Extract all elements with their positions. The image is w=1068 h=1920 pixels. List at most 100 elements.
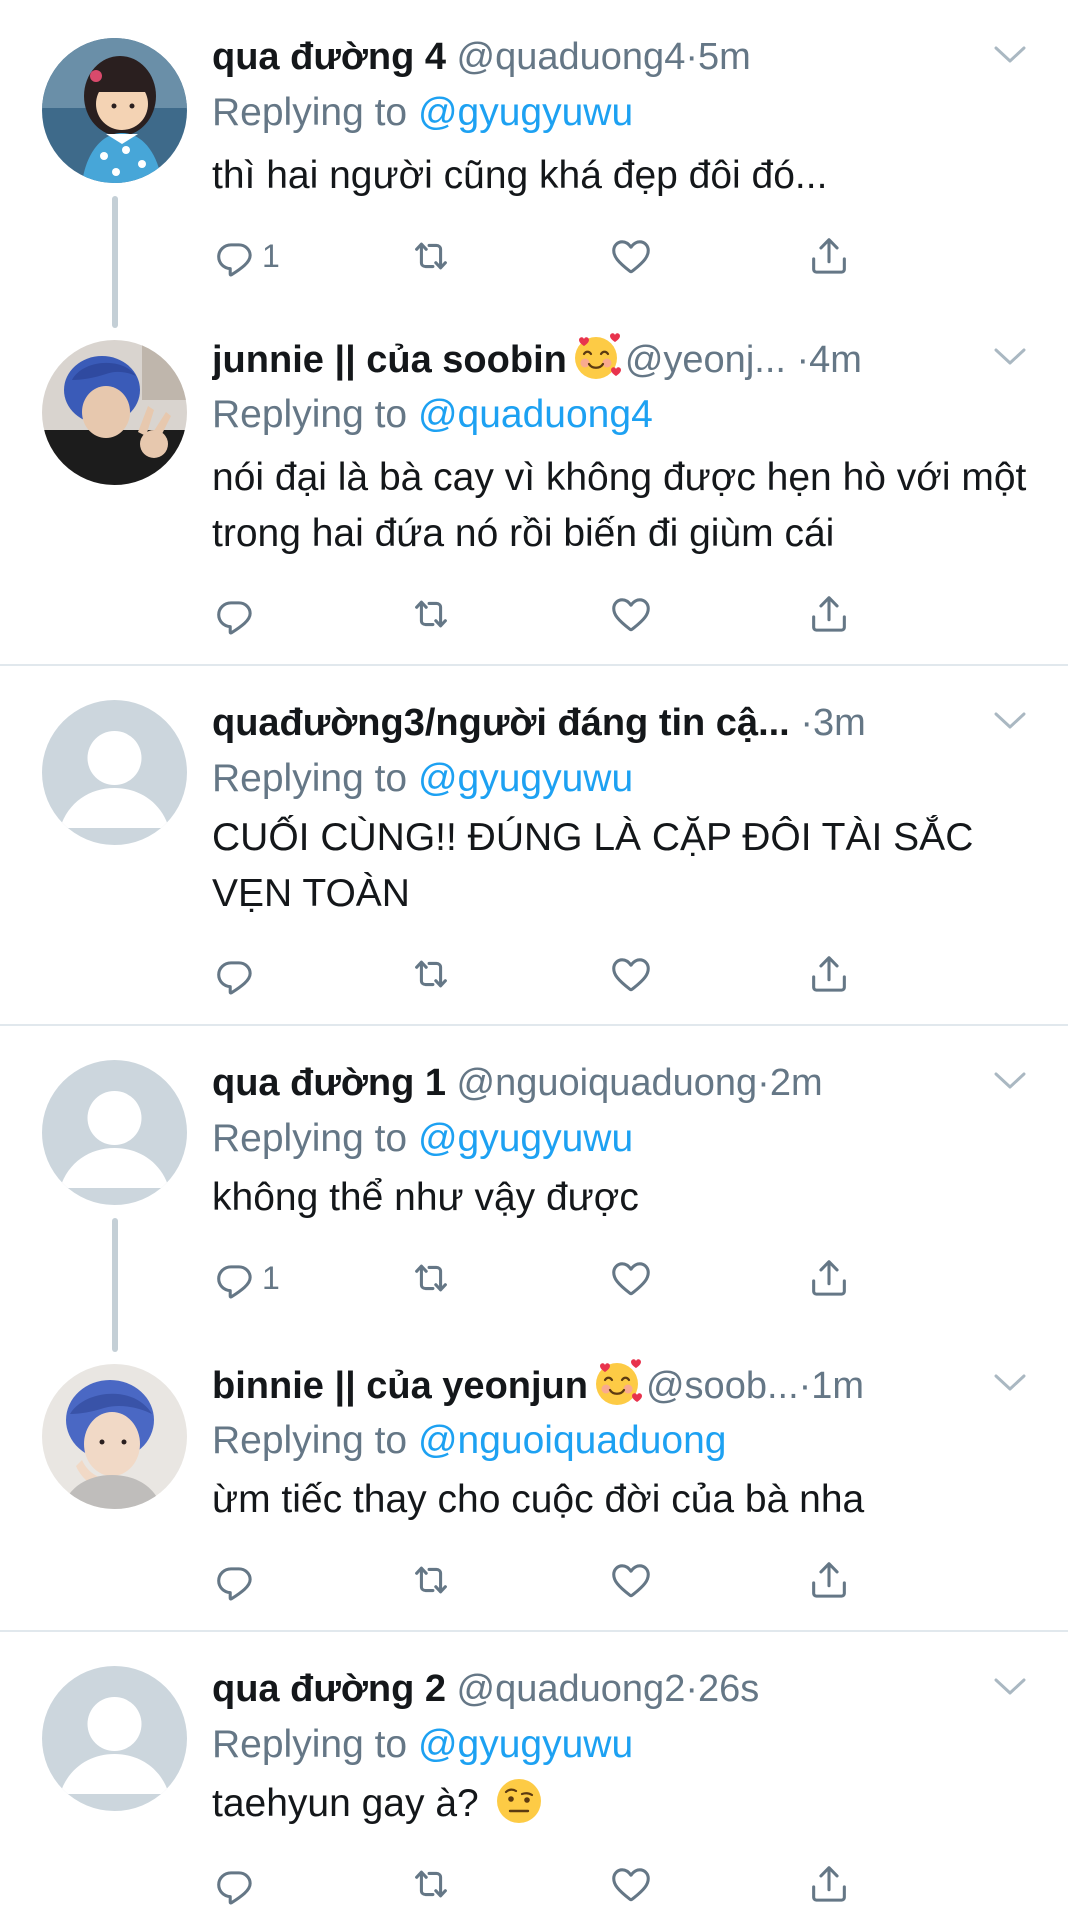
share-button[interactable] <box>806 948 852 1000</box>
display-name[interactable]: binnie || của yeonjun <box>212 1365 588 1407</box>
replying-prefix: Replying to <box>212 1117 418 1160</box>
share-button[interactable] <box>806 588 852 640</box>
share-button[interactable] <box>806 230 852 282</box>
reply-icon <box>212 1255 258 1301</box>
like-button[interactable] <box>608 1858 654 1910</box>
tweet-text: taehyun gay à? <box>212 1776 1042 1832</box>
mention-link[interactable]: @nguoiquaduong <box>418 1419 727 1462</box>
display-name[interactable]: qua đường 1 <box>212 1062 446 1104</box>
like-button[interactable] <box>608 230 654 282</box>
mention-link[interactable]: @gyugyuwu <box>418 1723 633 1766</box>
reply-icon <box>212 233 258 279</box>
like-button[interactable] <box>608 588 654 640</box>
tweet-actions: 1 <box>212 1252 872 1304</box>
replying-prefix: Replying to <box>212 1419 418 1462</box>
reply-icon <box>212 951 258 997</box>
replying-prefix: Replying to <box>212 1723 418 1766</box>
retweet-button[interactable] <box>408 230 454 282</box>
retweet-button[interactable] <box>408 948 454 1000</box>
tweet[interactable]: binnie || của yeonjun @soob...·1m Replyin… <box>0 1328 1068 1630</box>
tweet[interactable]: junnie || của soobin @yeonj... ·4m Replyi… <box>0 302 1068 664</box>
timestamp[interactable]: 5m <box>698 36 751 78</box>
share-icon <box>806 233 852 279</box>
timestamp[interactable]: 26s <box>698 1668 759 1710</box>
avatar[interactable] <box>42 1060 187 1205</box>
handle[interactable]: @nguoiquaduong <box>457 1062 758 1104</box>
reply-button[interactable] <box>212 1554 262 1606</box>
display-name[interactable]: qua đường 2 <box>212 1668 446 1710</box>
share-button[interactable] <box>806 1252 852 1304</box>
timestamp[interactable]: 3m <box>813 702 866 744</box>
replying-to: Replying to @gyugyuwu <box>212 86 633 140</box>
share-button[interactable] <box>806 1554 852 1606</box>
reply-button[interactable] <box>212 1858 262 1910</box>
reply-icon <box>212 1557 258 1603</box>
chevron-down-icon[interactable] <box>990 1066 1030 1096</box>
heart-icon <box>608 1557 654 1603</box>
handle[interactable]: @soob... <box>646 1365 799 1407</box>
tweet-actions <box>212 948 872 1000</box>
tweet-text: nói đại là bà cay vì không được hẹn hò v… <box>212 456 1027 555</box>
handle[interactable]: @quaduong2 <box>457 1668 686 1710</box>
replying-to: Replying to @gyugyuwu <box>212 1112 633 1166</box>
heart-icon <box>608 591 654 637</box>
tweet-text-content: taehyun gay à? <box>212 1782 479 1825</box>
share-icon <box>806 591 852 637</box>
replying-prefix: Replying to <box>212 91 418 134</box>
retweet-button[interactable] <box>408 1252 454 1304</box>
chevron-down-icon[interactable] <box>990 1672 1030 1702</box>
like-button[interactable] <box>608 1252 654 1304</box>
chevron-down-icon[interactable] <box>990 40 1030 70</box>
tweet-header: qua đường 4 @quaduong4·5m <box>212 30 1002 84</box>
mention-link[interactable]: @quaduong4 <box>418 393 653 436</box>
tweet-header: qua đường 1 @nguoiquaduong·2m <box>212 1056 1002 1110</box>
default-avatar-icon <box>42 1060 187 1205</box>
reply-button[interactable]: 1 <box>212 1252 280 1304</box>
handle[interactable]: @quaduong4 <box>457 36 686 78</box>
chevron-down-icon[interactable] <box>990 1368 1030 1398</box>
like-button[interactable] <box>608 1554 654 1606</box>
avatar[interactable] <box>42 340 187 485</box>
smiling-face-with-hearts-icon <box>592 1358 642 1408</box>
default-avatar-icon <box>42 1666 187 1811</box>
default-avatar-icon <box>42 700 187 845</box>
reply-button[interactable] <box>212 948 262 1000</box>
tweet-header: binnie || của yeonjun @soob...·1m <box>212 1358 1002 1412</box>
mention-link[interactable]: @gyugyuwu <box>418 1117 633 1160</box>
heart-icon <box>608 1861 654 1907</box>
avatar[interactable] <box>42 1666 187 1811</box>
display-name[interactable]: qua đường 4 <box>212 36 446 78</box>
blue-hair-photo-avatar-icon <box>42 1364 187 1509</box>
mention-link[interactable]: @gyugyuwu <box>418 757 633 800</box>
share-button[interactable] <box>806 1858 852 1910</box>
replying-prefix: Replying to <box>212 393 418 436</box>
tweet-actions: 1 <box>212 230 872 282</box>
avatar[interactable] <box>42 1364 187 1509</box>
mention-link[interactable]: @gyugyuwu <box>418 91 633 134</box>
share-icon <box>806 1557 852 1603</box>
timestamp[interactable]: 2m <box>770 1062 823 1104</box>
tweet[interactable]: qua đường 1 @nguoiquaduong·2m Replying t… <box>0 1026 1068 1352</box>
timestamp[interactable]: 4m <box>809 339 862 381</box>
separator-dot: · <box>796 339 810 381</box>
display-name[interactable]: junnie || của soobin <box>212 339 567 381</box>
avatar[interactable] <box>42 700 187 845</box>
retweet-button[interactable] <box>408 1858 454 1910</box>
tweet[interactable]: qua đường 4 @quaduong4·5m Replying to @g… <box>0 0 1068 328</box>
handle[interactable]: @yeonj... <box>625 339 786 381</box>
reply-icon <box>212 1861 258 1907</box>
reply-button[interactable]: 1 <box>212 230 280 282</box>
like-button[interactable] <box>608 948 654 1000</box>
retweet-button[interactable] <box>408 588 454 640</box>
chevron-down-icon[interactable] <box>990 342 1030 372</box>
retweet-button[interactable] <box>408 1554 454 1606</box>
chevron-down-icon[interactable] <box>990 706 1030 736</box>
tweet-text: CUỐI CÙNG!! ĐÚNG LÀ CẶP ĐÔI TÀI SẮC VẸN … <box>212 816 974 915</box>
display-name[interactable]: quađường3/người đáng tin cậ... <box>212 702 790 744</box>
tweet-actions <box>212 1554 872 1606</box>
tweet[interactable]: qua đường 2 @quaduong2·26s Replying to @… <box>0 1632 1068 1920</box>
tweet[interactable]: quađường3/người đáng tin cậ... ·3m Reply… <box>0 666 1068 1024</box>
avatar[interactable] <box>42 38 187 183</box>
timestamp[interactable]: 1m <box>811 1365 864 1407</box>
reply-button[interactable] <box>212 588 262 640</box>
